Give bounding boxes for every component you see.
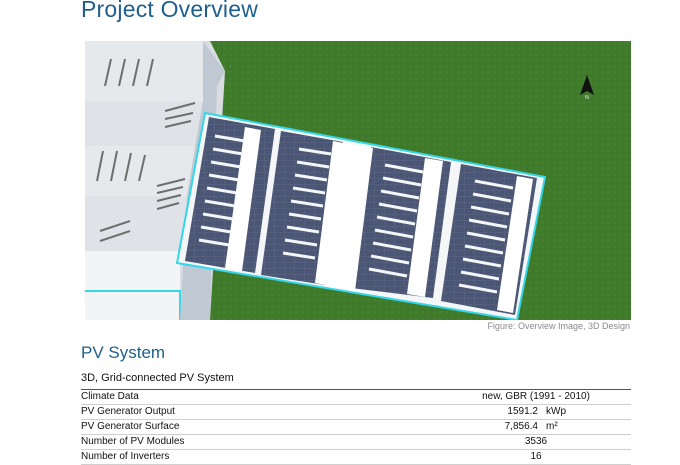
table-row: Number of PV Modules 3536 [81, 435, 631, 450]
row-value: 7,856.4 [504, 421, 538, 432]
row-unit: kWp [546, 406, 566, 417]
row-label: Number of Inverters [81, 451, 170, 462]
table-row: PV Generator Output 1591.2 kWp [81, 405, 631, 420]
pv-system-subheading: 3D, Grid-connected PV System [81, 372, 631, 390]
figure-caption: Figure: Overview Image, 3D Design [487, 321, 630, 331]
site-3d-render: N [85, 41, 631, 320]
row-value: 3536 [524, 436, 548, 447]
table-row: PV Generator Surface 7,856.4 m² [81, 420, 631, 435]
row-label: PV Generator Output [81, 406, 175, 417]
table-row: Climate Data new, GBR (1991 - 2010) [81, 390, 631, 405]
page-title: Project Overview [81, 0, 259, 22]
row-label: PV Generator Surface [81, 421, 180, 432]
row-value: 1591.2 [507, 406, 538, 417]
pv-system-heading: PV System [81, 343, 166, 362]
overview-image-3d-design: N [85, 41, 631, 320]
row-label: Climate Data [81, 391, 139, 402]
pv-system-table: 3D, Grid-connected PV System Climate Dat… [81, 372, 631, 465]
row-label: Number of PV Modules [81, 436, 185, 447]
row-value: new, GBR (1991 - 2010) [482, 391, 590, 402]
row-value: 16 [530, 451, 542, 462]
compass-label: N [585, 95, 589, 101]
table-row: Number of Inverters 16 [81, 450, 631, 465]
row-unit: m² [546, 421, 558, 432]
